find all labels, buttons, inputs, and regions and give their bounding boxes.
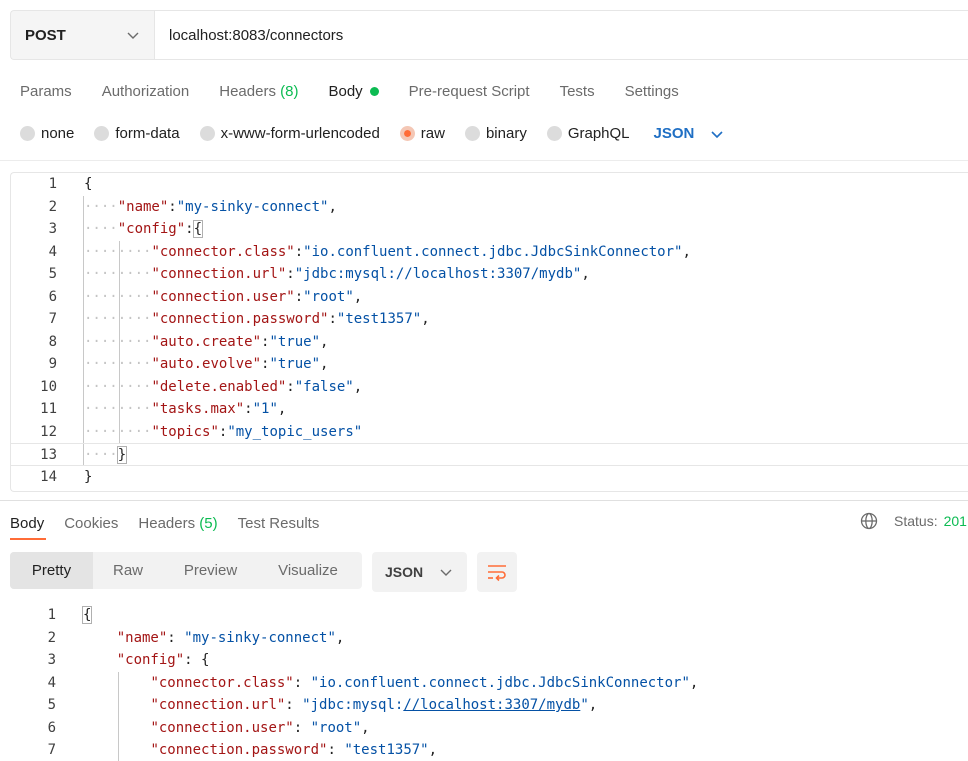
code-line: 7 ········"connection.password":"test1357… <box>48 311 430 327</box>
globe-icon[interactable] <box>860 512 878 530</box>
tab-settings[interactable]: Settings <box>625 80 679 102</box>
radio-raw[interactable]: raw <box>399 125 445 142</box>
code-line: 5 ········"connection.url":"jdbc:mysql://… <box>48 266 590 282</box>
code-line: 1{ <box>47 606 93 624</box>
radio-circle <box>94 126 110 141</box>
view-mode-segmented: Pretty Raw Preview Visualize <box>10 552 362 589</box>
radio-circle <box>464 126 480 141</box>
tab-headers[interactable]: Headers (8) <box>219 80 298 102</box>
method-label: POST <box>25 26 66 44</box>
radio-circle <box>546 126 562 141</box>
response-tab-headers[interactable]: Headers (5) <box>138 512 217 534</box>
code-line: 3 ····"config":{ <box>48 220 204 238</box>
code-line: 9 ········"auto.evolve":"true", <box>48 356 329 372</box>
url-text: localhost:8083/connectors <box>169 26 344 44</box>
tab-params[interactable]: Params <box>20 80 72 102</box>
status-value: 201 <box>943 513 967 529</box>
radio-circle-selected <box>399 126 415 141</box>
radio-form-data[interactable]: form-data <box>94 125 180 142</box>
view-pretty[interactable]: Pretty <box>10 552 93 589</box>
radio-circle <box>20 126 35 141</box>
active-tab-underline <box>10 538 46 540</box>
radio-none[interactable]: none <box>20 125 74 142</box>
response-tab-test-results[interactable]: Test Results <box>238 512 320 534</box>
chevron-down-icon <box>127 32 139 39</box>
response-format-select[interactable]: JSON <box>372 552 467 592</box>
code-line: 3 "config": { <box>47 652 210 668</box>
view-preview[interactable]: Preview <box>163 552 258 589</box>
radio-binary[interactable]: binary <box>464 125 527 142</box>
tab-authorization[interactable]: Authorization <box>102 80 190 102</box>
request-url-bar: POST localhost:8083/connectors <box>10 10 968 60</box>
code-line: 12 ········"topics":"my_topic_users" <box>40 423 363 440</box>
code-line: 4 "connector.class": "io.confluent.conne… <box>47 674 699 691</box>
request-body-editor[interactable]: 1{ 2 ····"name":"my-sinky-connect", 3 ····… <box>10 172 968 492</box>
code-line: 4 ········"connector.class":"io.confluent… <box>48 243 691 260</box>
code-line: 6 ········"connection.user":"root", <box>48 288 363 305</box>
code-line-current: 13 ····} <box>11 443 968 466</box>
response-headers-count: (5) <box>199 514 218 532</box>
response-tab-body[interactable]: Body <box>10 512 44 534</box>
code-line: 5 "connection.url": "jdbc:mysql://localh… <box>47 697 598 713</box>
code-line: 11 ········"tasks.max":"1", <box>40 401 287 417</box>
tab-tests[interactable]: Tests <box>560 80 595 102</box>
wrap-lines-icon <box>488 565 506 582</box>
request-tabs: Params Authorization Headers (8) Body Pr… <box>20 80 709 102</box>
chevron-down-icon <box>711 130 723 138</box>
radio-graphql[interactable]: GraphQL <box>546 125 630 142</box>
headers-count: (8) <box>280 82 299 100</box>
chevron-down-icon <box>440 569 452 576</box>
code-line: 7 "connection.password": "test1357", <box>47 742 438 758</box>
response-body-viewer[interactable]: 1{ 2 "name": "my-sinky-connect", 3 "conf… <box>10 604 968 761</box>
radio-circle <box>199 126 215 141</box>
response-tab-cookies[interactable]: Cookies <box>64 512 118 534</box>
status-label: Status: <box>894 513 938 529</box>
url-link[interactable]: //localhost:3307/mydb <box>403 697 580 713</box>
code-line: 1{ <box>48 176 93 192</box>
tab-pre-request-script[interactable]: Pre-request Script <box>409 80 530 102</box>
code-line: 2 "name": "my-sinky-connect", <box>47 629 345 646</box>
method-select[interactable]: POST <box>11 11 155 59</box>
body-indicator-dot <box>369 86 379 96</box>
code-line: 2 ····"name":"my-sinky-connect", <box>48 198 337 215</box>
radio-x-www-form-urlencoded[interactable]: x-www-form-urlencoded <box>199 125 380 142</box>
code-line: 14} <box>40 468 93 485</box>
divider <box>0 500 968 501</box>
response-status: Status: 201 <box>860 512 967 530</box>
tab-body[interactable]: Body <box>328 80 379 102</box>
language-select[interactable]: JSON <box>654 125 725 142</box>
divider <box>0 160 968 161</box>
wrap-lines-button[interactable] <box>477 552 517 592</box>
code-line: 8 ········"auto.create":"true", <box>48 333 329 350</box>
code-line: 10 ········"delete.enabled":"false", <box>40 378 363 395</box>
body-type-radios: none form-data x-www-form-urlencoded raw… <box>20 125 724 142</box>
code-line: 6 "connection.user": "root", <box>47 719 370 736</box>
view-visualize[interactable]: Visualize <box>258 552 358 589</box>
view-raw[interactable]: Raw <box>93 552 163 589</box>
response-tabs: Body Cookies Headers (5) Test Results <box>10 512 339 534</box>
url-input[interactable]: localhost:8083/connectors <box>155 11 968 59</box>
